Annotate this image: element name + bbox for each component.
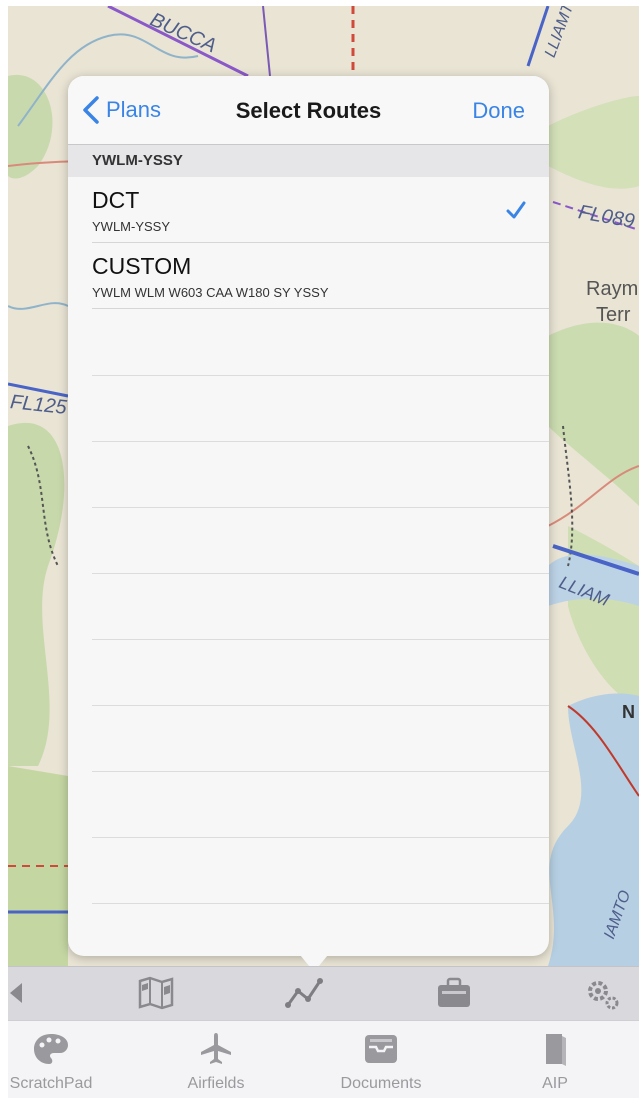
route-detail: YWLM-YSSY [92, 219, 171, 234]
row-separator [92, 308, 549, 309]
palette-icon [34, 1034, 68, 1064]
airplane-icon [201, 1033, 231, 1064]
map-label-n: N [622, 702, 635, 722]
book-icon [546, 1034, 566, 1066]
route-detail: YWLM WLM W603 CAA W180 SY YSSY [92, 285, 329, 300]
select-routes-popover: Plans Select Routes Done YWLM-YSSY DCT Y… [68, 76, 549, 956]
route-name: DCT [92, 187, 140, 213]
empty-row-separator [92, 507, 549, 508]
map-toolbar [8, 966, 639, 1021]
section-header: YWLM-YSSY [68, 145, 549, 177]
briefcase-icon[interactable] [434, 975, 474, 1011]
empty-row-separator [92, 771, 549, 772]
route-row-custom[interactable]: CUSTOM YWLM WLM W603 CAA W180 SY YSSY [68, 243, 549, 309]
route-name: CUSTOM [92, 253, 192, 279]
tab-airfields[interactable]: Airfields [141, 1021, 291, 1098]
route-row-dct[interactable]: DCT YWLM-YSSY [68, 177, 549, 243]
tab-scratchpad[interactable]: ScratchPad [0, 1021, 126, 1098]
tab-label: ScratchPad [9, 1075, 93, 1092]
empty-row-separator [92, 903, 549, 904]
tab-label: AIP [542, 1075, 568, 1092]
inbox-icon [365, 1035, 397, 1063]
checkmark-icon [506, 201, 526, 219]
tab-aip[interactable]: AIP [480, 1021, 630, 1098]
empty-row-separator [92, 441, 549, 442]
arrow-left-icon[interactable] [0, 975, 38, 1011]
navigation-bar: Plans Select Routes Done [68, 76, 549, 145]
map-label-raym: Raym [586, 278, 639, 300]
empty-row-separator [92, 837, 549, 838]
done-button[interactable]: Done [472, 98, 525, 124]
map-label-terr: Terr [596, 304, 631, 326]
tab-documents[interactable]: Documents [306, 1021, 456, 1098]
tab-label: Documents [340, 1075, 422, 1092]
screen: BUCCA FL089 FL125 Raym Terr LLIAMTO LLIA… [0, 0, 639, 1098]
settings-icon[interactable] [582, 975, 622, 1011]
map-icon[interactable] [136, 975, 176, 1011]
tab-label: Airfields [187, 1075, 245, 1092]
empty-row-separator [92, 573, 549, 574]
empty-row-separator [92, 705, 549, 706]
empty-row-separator [92, 639, 549, 640]
empty-row-separator [92, 375, 549, 376]
tab-bar: ScratchPad Airfields Documents AIP [8, 1020, 639, 1098]
route-icon[interactable] [284, 975, 324, 1011]
section-header-label: YWLM-YSSY [92, 152, 183, 169]
